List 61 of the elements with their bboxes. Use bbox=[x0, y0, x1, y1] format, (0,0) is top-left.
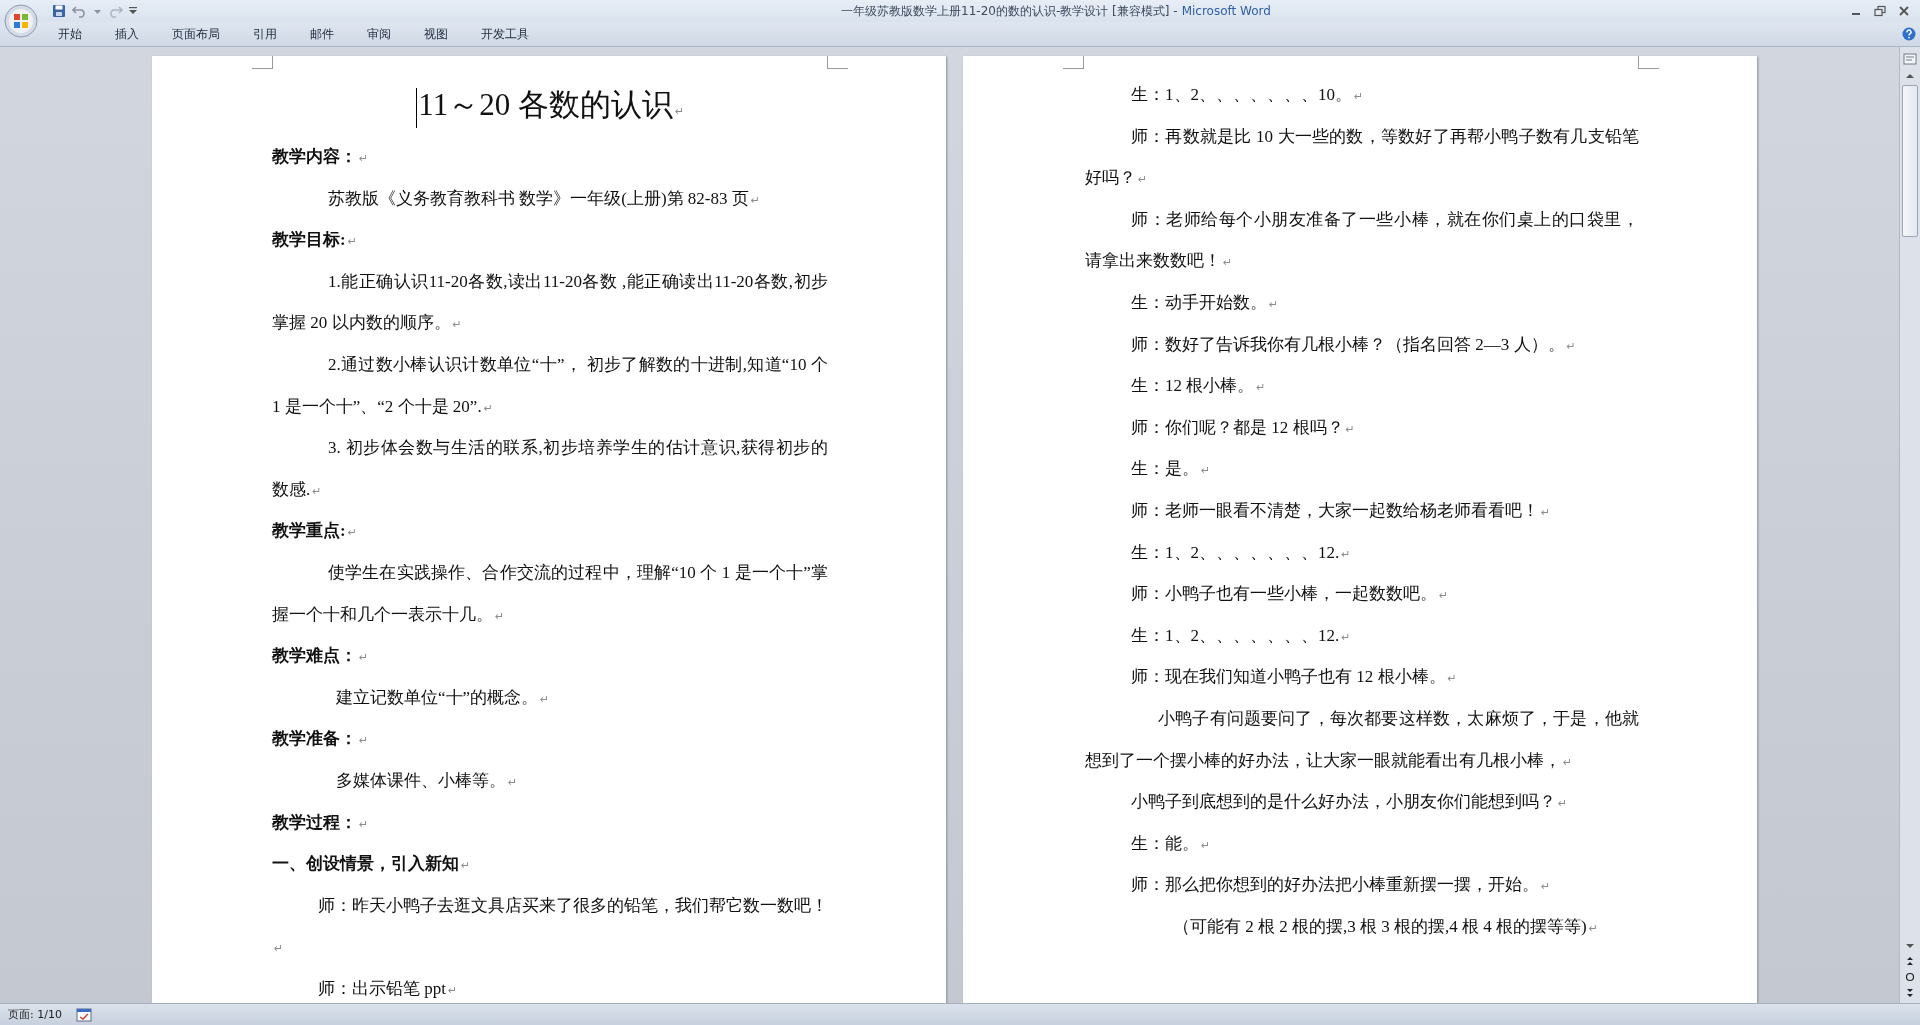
ruler-toggle-icon[interactable] bbox=[1902, 51, 1918, 67]
restore-icon[interactable] bbox=[1874, 5, 1886, 17]
paragraph-text: 苏教版《义务教育教科书 数学》一年级(上册)第 82-83 页↵ bbox=[328, 188, 760, 208]
paragraph-text: 2.通过数小棒认识计数单位“十”， 初步了解数的十进制,知道“10 个 1 是一个十”、“2 个十是 20”.↵ bbox=[272, 354, 828, 416]
paragraph-text: （可能有 2 根 2 根的摆,3 根 3 根的摆,4 根 4 根的摆等等)↵ bbox=[1173, 916, 1598, 936]
proofing-icon[interactable] bbox=[75, 1007, 92, 1022]
scrollbar-thumb[interactable] bbox=[1902, 85, 1918, 237]
paragraph-text: 使学生在实践操作、合作交流的过程中，理解“10 个 1 是一个十”掌握一个十和几个一表示十几。↵ bbox=[272, 562, 828, 624]
ribbon-tab[interactable]: 开发工具 bbox=[471, 23, 539, 45]
paragraph-text: 生：是。↵ bbox=[1131, 459, 1211, 479]
ribbon-tab[interactable]: 邮件 bbox=[300, 23, 344, 45]
browse-object-icon[interactable] bbox=[1903, 971, 1917, 983]
ribbon-tab[interactable]: 插入 bbox=[105, 23, 149, 45]
paragraph-text: 小鸭子有问题要问了，每次都要这样数，太麻烦了，于是，他就想到了一个摆小棒的好办法，让大家一眼就能看出有几根小棒，↵ bbox=[1085, 708, 1639, 770]
save-icon[interactable] bbox=[52, 4, 66, 18]
paragraph-text: 教学内容：↵ bbox=[272, 147, 369, 166]
paragraph-text: 建立记数单位“十”的概念。↵ bbox=[336, 687, 550, 707]
paragraph-text: 师：数好了告诉我你有几根小棒？（指名回答 2—3 人）。↵ bbox=[1131, 334, 1576, 354]
paragraph-text: 教学准备：↵ bbox=[272, 729, 369, 749]
paragraph-text: 师：老师一眼看不清楚，大家一起数给杨老师看看吧！↵ bbox=[1131, 500, 1551, 520]
paragraph-text: 1.能正确认识11-20各数,读出11-20各数 ,能正确读出11-20各数,初步掌握 20 以内数的顺序。↵ bbox=[272, 271, 828, 333]
paragraph-text: 教学重点:↵ bbox=[272, 521, 357, 541]
help-icon[interactable] bbox=[1902, 27, 1916, 41]
corner-mark bbox=[1063, 56, 1084, 69]
page-indicator[interactable]: 页面: 1/10 bbox=[8, 1007, 62, 1022]
paragraph-text: 3. 初步体会数与生活的联系,初步培养学生的估计意识,获得初步的数感.↵ bbox=[272, 438, 828, 499]
text-cursor bbox=[415, 87, 418, 128]
paragraph-text: 生：1、2、、、、、、、12.↵ bbox=[1131, 625, 1351, 645]
paragraph-text: 师：老师给每个小朋友准备了一些小棒，就在你们桌上的口袋里，请拿出来数数吧！↵ bbox=[1085, 209, 1639, 271]
paragraph-text: 生：12 根小棒。↵ bbox=[1131, 376, 1266, 396]
paragraph-text: 师：再数就是比 10 大一些的数，等数好了再帮小鸭子数有几支铅笔好吗？↵ bbox=[1085, 126, 1639, 188]
paragraph-text: 师：昨天小鸭子去逛文具店买来了很多的铅笔，我们帮它数一数吧！ ↵ bbox=[273, 895, 828, 957]
paragraph-text: 教学难点：↵ bbox=[272, 646, 369, 666]
paragraph-text: 师：小鸭子也有一些小棒，一起数数吧。↵ bbox=[1131, 584, 1449, 604]
paragraph-text: 一、创设情景，引入新知↵ bbox=[272, 854, 471, 874]
corner-mark bbox=[827, 56, 848, 69]
paragraph-text: 多媒体课件、小棒等。↵ bbox=[336, 770, 518, 790]
paragraph-text: 教学过程：↵ bbox=[272, 812, 369, 832]
ribbon-tab[interactable]: 视图 bbox=[414, 23, 458, 45]
close-icon[interactable] bbox=[1898, 5, 1910, 17]
document-title: 一年级苏教版数学上册11-20的数的认识-教学设计 [兼容模式] - bbox=[841, 3, 1178, 18]
corner-mark bbox=[252, 56, 273, 69]
ribbon-tab[interactable]: 开始 bbox=[48, 23, 92, 45]
paragraph-text: 11～20 各数的认识↵ bbox=[418, 87, 685, 122]
paragraph-text: 生：能。↵ bbox=[1131, 833, 1211, 853]
paragraph-text: 师：现在我们知道小鸭子也有 12 根小棒。↵ bbox=[1131, 667, 1457, 687]
corner-mark bbox=[1638, 56, 1659, 69]
app-name: Microsoft Word bbox=[1181, 3, 1271, 18]
paragraph-text: 小鸭子到底想到的是什么好办法，小朋友你们能想到吗？↵ bbox=[1131, 792, 1568, 812]
vertical-scrollbar[interactable] bbox=[1899, 47, 1920, 1003]
ribbon-tab[interactable]: 审阅 bbox=[357, 23, 401, 45]
undo-icon[interactable] bbox=[72, 4, 88, 18]
paragraph-text: 师：你们呢？都是 12 根吗？↵ bbox=[1131, 417, 1355, 437]
paragraph-text: 师：出示铅笔 ppt↵ bbox=[318, 978, 458, 998]
paragraph-text: 教学目标:↵ bbox=[272, 230, 357, 250]
paragraph-text: 生：1、2、、、、、、、10。↵ bbox=[1131, 85, 1364, 104]
paragraph-text: 生：1、2、、、、、、、12.↵ bbox=[1131, 542, 1351, 562]
ribbon-tab[interactable]: 引用 bbox=[243, 23, 287, 45]
ribbon-tab[interactable]: 页面布局 bbox=[162, 23, 230, 45]
paragraph-text: 生：动手开始数。↵ bbox=[1131, 292, 1279, 312]
paragraph-text: 师：那么把你想到的好办法把小棒重新摆一摆，开始。↵ bbox=[1131, 875, 1551, 895]
